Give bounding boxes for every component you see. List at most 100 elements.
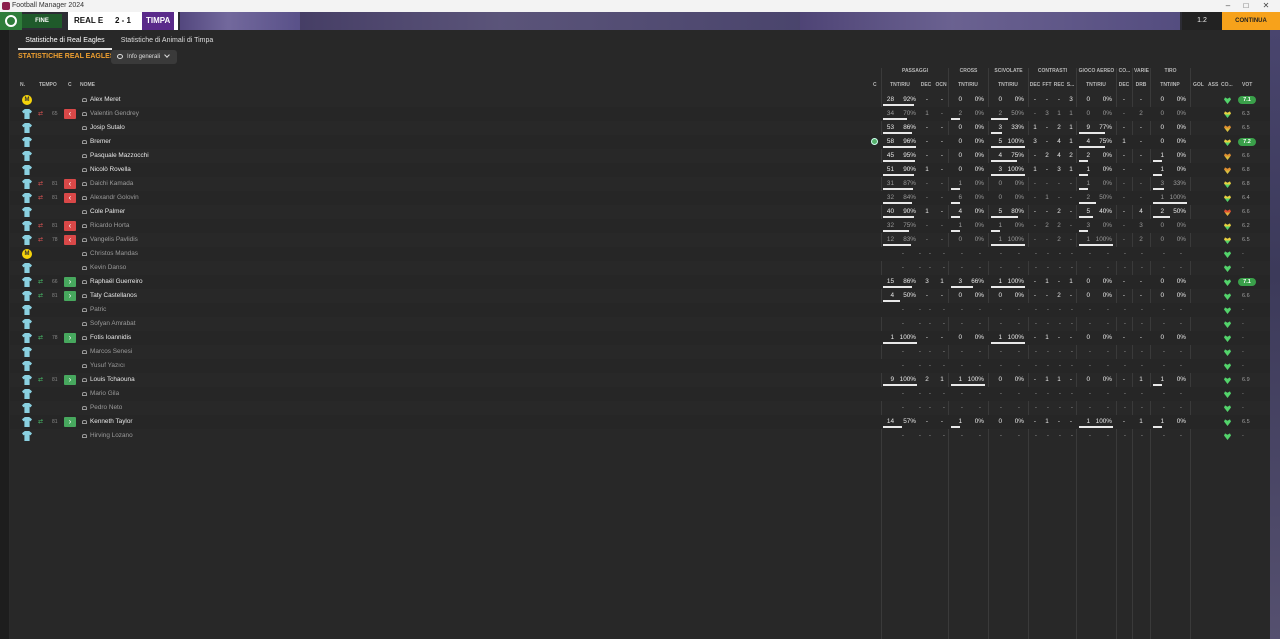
stat-value: - (928, 390, 932, 397)
col-header-ocn[interactable]: OCN (934, 82, 948, 88)
col-header-goals[interactable]: GOL (1193, 82, 1204, 88)
col-header-number[interactable]: N. (20, 82, 25, 88)
table-row[interactable]: Cole Palmer 40 90% 1-4 0% 5 80% - -2-5 40% -4 2 50% 6… (10, 205, 1270, 219)
col-header-time[interactable]: TEMPO (39, 82, 57, 88)
col-header-cdec[interactable]: DEC (1029, 82, 1041, 88)
player-name[interactable]: Alex Meret (90, 93, 121, 107)
player-name[interactable]: Josip Sutalo (90, 121, 125, 135)
player-name[interactable]: Marcos Senesi (90, 345, 132, 359)
fm-logo-icon[interactable] (0, 12, 22, 30)
table-row[interactable]: M Christos Mandas - - - - - - - - - - - - - - - - - - - (10, 247, 1270, 261)
table-row[interactable]: ⇄ 81 › Louis Tchaouna 9 100% 2 1 1 100% 0 0% -1 1-0 0%… (10, 373, 1270, 387)
close-icon[interactable]: ✕ (1256, 0, 1276, 12)
player-name[interactable]: Patric (90, 303, 106, 317)
player-name[interactable]: Cole Palmer (90, 205, 125, 219)
col-header-drb[interactable]: DRB (1133, 82, 1149, 88)
col-header-name[interactable]: NOME (80, 82, 95, 88)
passes-bar (883, 146, 916, 148)
table-row[interactable]: Mario Gila - - - - - - - - - - - - - - - - - - - (10, 387, 1270, 401)
table-row[interactable]: Bremer 58 96% - -0 0% 5 100% 3-4 1 4 75% 1-0 0% 7.2 (10, 135, 1270, 149)
player-name[interactable]: Hirving Lozano (90, 429, 133, 443)
col-header-s[interactable]: S... (1065, 82, 1076, 88)
col-header-cross[interactable]: TNT/RIU (950, 82, 986, 88)
aerial-key: - (1122, 194, 1126, 201)
table-row[interactable]: Kevin Danso - - - - - - - - - - - - - - - - - - - (10, 261, 1270, 275)
condition-heart-icon (1224, 307, 1231, 314)
col-header-c2[interactable]: C (873, 82, 877, 88)
player-name[interactable]: Yusuf Yazıcı (90, 359, 125, 373)
table-row[interactable]: Patric - - - - - - - - - - - - - - - - - - - (10, 303, 1270, 317)
table-row[interactable]: ⇄ 81 › Taty Castellanos 4 50% - -0 0% 0 0% - -2-0 0% -… (10, 289, 1270, 303)
table-row[interactable]: Yusuf Yazıcı - - - - - - - - - - - - - - - - - - - (10, 359, 1270, 373)
table-row[interactable]: ⇄ 81 ‹ Alexandr Golovin 32 84% - -6 0% 0 0% -1- -2 50… (10, 191, 1270, 205)
crosses-attempts: 0 (958, 152, 962, 159)
col-header-aerial[interactable]: TNT/RIU (1078, 82, 1114, 88)
player-name[interactable]: Alexandr Golovin (90, 191, 139, 205)
end-match-button[interactable]: FINE PARTITA (22, 14, 62, 38)
player-name[interactable]: Daichi Kamada (90, 177, 133, 191)
table-row[interactable]: ⇄ 81 › Kenneth Taylor 14 57% - -1 0% 0 0% -1- -1 100%… (10, 415, 1270, 429)
col-header-dec[interactable]: DEC (920, 82, 932, 88)
shirt-icon (22, 403, 32, 413)
col-header-rec[interactable]: REC (1053, 82, 1065, 88)
table-row[interactable]: Pasquale Mazzocchi 45 95% - -0 0% 4 75% -2 4 2 2 0% -… (10, 149, 1270, 163)
view-dropdown[interactable]: Info generali (111, 50, 177, 64)
player-name[interactable]: Louis Tchaouna (90, 373, 135, 387)
col-header-pass[interactable]: TNT/RIU (884, 82, 916, 88)
dribbles: - (1139, 278, 1143, 285)
table-row[interactable]: Marcos Senesi - - - - - - - - - - - - - - - - - - - (10, 345, 1270, 359)
col-header-c[interactable]: C (68, 82, 72, 88)
table-row[interactable]: ⇄ 78 › Fotis Ioannidis 1 100% - -0 0% 1 100% -1- -0 0… (10, 331, 1270, 345)
player-name[interactable]: Mario Gila (90, 387, 119, 401)
player-card-icon (82, 238, 87, 242)
col-header-assists[interactable]: ASS (1208, 82, 1218, 88)
table-row[interactable]: ⇄ 66 › Raphaël Guerreiro 15 86% 3 1 3 66% 1 100% -1-… (10, 275, 1270, 289)
passes-key: - (925, 180, 929, 187)
shots-attempts: 0 (1160, 222, 1164, 229)
shirt-icon (22, 305, 32, 315)
player-name[interactable]: Ricardo Horta (90, 219, 129, 233)
player-name[interactable]: Fotis Ioannidis (90, 331, 131, 345)
player-name[interactable]: Raphaël Guerreiro (90, 275, 143, 289)
challenges-recoveries: - (1057, 194, 1061, 201)
continue-button[interactable]: CONTINUA (1222, 12, 1280, 30)
player-name[interactable]: Sofyan Amrabat (90, 317, 135, 331)
group-header-aerial: GIOCO AEREO (1078, 68, 1115, 74)
table-row[interactable]: M Alex Meret 28 92% - -0 0% 0 0% - - -3 0 0% - -0 0% 7.1 (10, 93, 1270, 107)
player-name[interactable]: Kenneth Taylor (90, 415, 133, 429)
table-row[interactable]: ⇄ 81 ‹ Daichi Kamada 31 87% - -1 0% 0 0% - - - -1 0% - -3… (10, 177, 1270, 191)
col-header-rating[interactable]: VOT (1242, 82, 1252, 88)
col-header-condition[interactable]: CO... (1221, 82, 1233, 88)
table-row[interactable]: Nicolò Rovella 51 90% 1-0 0% 3 100% 1-3 1 1 0% - -1 0… (10, 163, 1270, 177)
col-header-tackle[interactable]: TNT/RIU (990, 82, 1026, 88)
tab-home-stats[interactable]: Statistiche di Real Eagles (18, 32, 112, 50)
player-name[interactable]: Kevin Danso (90, 261, 126, 275)
challenges-recoveries: - (1057, 334, 1061, 341)
crosses-bar (951, 216, 960, 218)
tab-away-stats[interactable]: Statistiche di Animali di Timpa (114, 32, 220, 50)
table-row[interactable]: ⇄ 78 ‹ Vangelis Pavlidis 12 83% - -0 0% 1 100% - -2-… (10, 233, 1270, 247)
player-name[interactable]: Vangelis Pavlidis (90, 233, 138, 247)
table-row[interactable]: Josip Sutalo 53 86% - -0 0% 3 33% 1-2 1 9 77% - -0 0% 6… (10, 121, 1270, 135)
table-row[interactable]: Hirving Lozano - - - - - - - - - - - - - - - - - - - (10, 429, 1270, 443)
player-name[interactable]: Valentin Gendrey (90, 107, 139, 121)
player-name[interactable]: Christos Mandas (90, 247, 138, 261)
col-header-fft[interactable]: FFT (1041, 82, 1053, 88)
stat-value: - (942, 390, 946, 397)
player-name[interactable]: Nicolò Rovella (90, 163, 131, 177)
stat-value: - (1106, 432, 1110, 439)
player-name[interactable]: Taty Castellanos (90, 289, 137, 303)
maximize-icon[interactable]: □ (1236, 0, 1256, 12)
table-row[interactable]: ⇄ 81 ‹ Ricardo Horta 32 75% - -1 0% 1 0% -2 2-3 0% -3 0… (10, 219, 1270, 233)
minimize-icon[interactable]: – (1218, 0, 1238, 12)
player-name[interactable]: Bremer (90, 135, 111, 149)
table-row[interactable]: Pedro Neto - - - - - - - - - - - - - - - - - - - (10, 401, 1270, 415)
player-name[interactable]: Pedro Neto (90, 401, 122, 415)
table-row[interactable]: ⇄ 65 ‹ Valentin Gendrey 34 70% 1-2 0% 2 50% -3 1 1 0 0… (10, 107, 1270, 121)
col-header-adec[interactable]: DEC (1117, 82, 1131, 88)
col-header-shot[interactable]: TNT/INP (1152, 82, 1188, 88)
challenges-fouls: - (1045, 208, 1049, 215)
player-name[interactable]: Pasquale Mazzocchi (90, 149, 149, 163)
table-row[interactable]: Sofyan Amrabat - - - - - - - - - - - - - - - - - - - (10, 317, 1270, 331)
shirt-icon (22, 123, 32, 133)
